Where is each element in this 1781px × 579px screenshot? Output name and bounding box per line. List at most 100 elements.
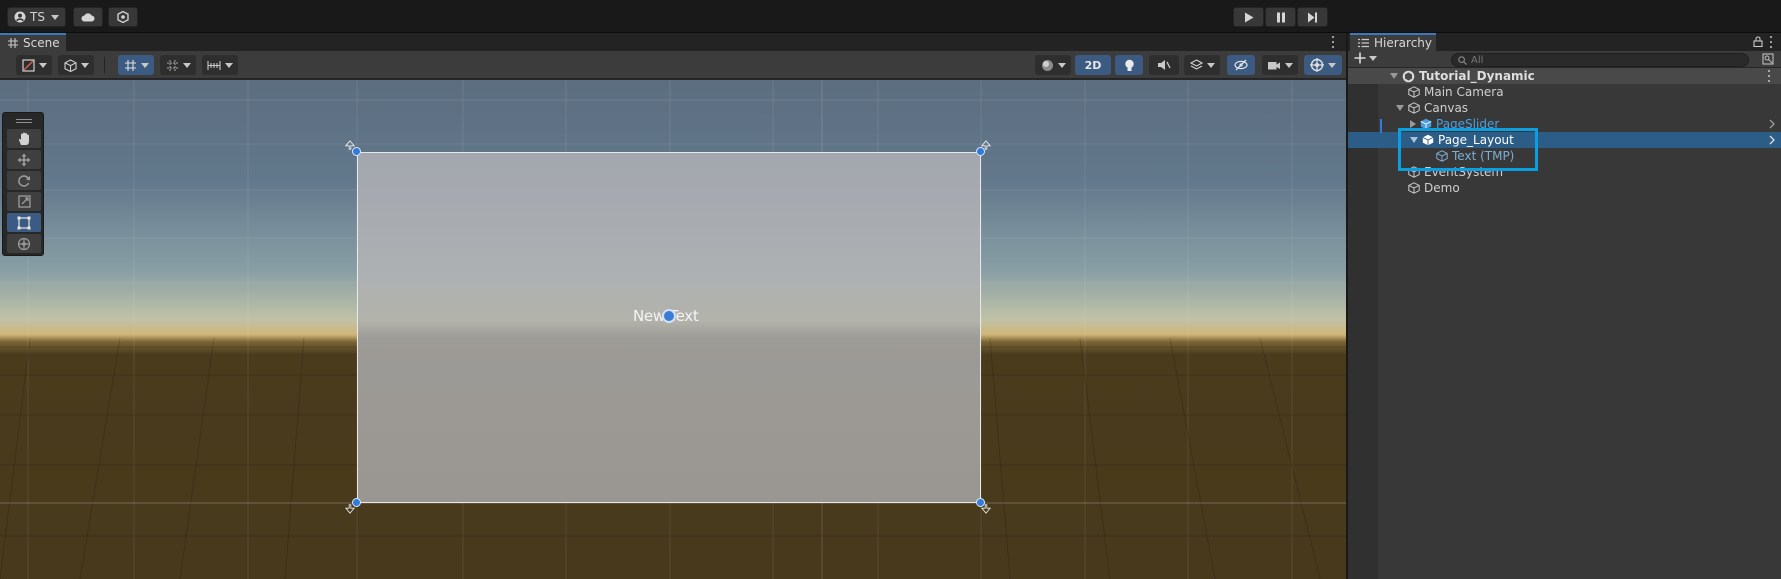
prefab-override-marker: [1380, 119, 1382, 133]
layers-effects-icon: [1189, 59, 1203, 70]
hidden-objects-toggle[interactable]: [1227, 55, 1255, 75]
hand-icon: [18, 132, 29, 145]
ruler-icon: [207, 60, 221, 70]
unity-scene-icon: [1402, 70, 1415, 82]
chevron-down-icon: [38, 62, 47, 68]
hierarchy-scene-row[interactable]: Tutorial_Dynamic: [1348, 68, 1781, 84]
expand-arrow-icon[interactable]: [1390, 73, 1398, 79]
expand-arrow-icon[interactable]: [1396, 105, 1404, 111]
draw-mode-icon: [21, 58, 35, 72]
scene-viewport[interactable]: New Text: [0, 80, 1346, 579]
chevron-down-icon: [1369, 55, 1377, 61]
scene-visibility-icon[interactable]: [1762, 53, 1774, 65]
collab-icon: [117, 11, 129, 23]
cube-icon: [63, 58, 77, 72]
move-tool[interactable]: [7, 150, 41, 169]
scale-tool[interactable]: [7, 192, 41, 211]
hierarchy-item-label: Canvas: [1424, 101, 1469, 115]
resize-handle-bottom-right[interactable]: [976, 498, 985, 507]
tab-hierarchy-label: Hierarchy: [1374, 36, 1433, 50]
tools-palette: [2, 112, 44, 256]
camera-icon: [1268, 61, 1280, 69]
hand-tool[interactable]: [7, 129, 41, 148]
search-input[interactable]: [1471, 54, 1731, 66]
snap-grid-icon: [166, 59, 178, 71]
gameobject-icon: [1408, 86, 1420, 98]
canvas-rect[interactable]: [357, 152, 981, 503]
pause-icon: [1276, 12, 1285, 22]
tab-hierarchy[interactable]: Hierarchy: [1350, 33, 1436, 51]
play-icon: [1244, 12, 1253, 22]
hierarchy-toolbar: [1348, 51, 1781, 68]
account-icon: [14, 11, 26, 23]
scene-toolbar: 2D: [0, 51, 1346, 79]
shading-dropdown[interactable]: [58, 55, 94, 75]
hierarchy-menu-icon[interactable]: [1769, 36, 1773, 48]
lightbulb-icon: [1124, 59, 1134, 71]
2d-toggle[interactable]: 2D: [1075, 55, 1111, 75]
increment-snap-dropdown[interactable]: [160, 55, 196, 75]
rotate-icon: [18, 174, 30, 187]
resize-handle-top-left[interactable]: [352, 147, 361, 156]
view-options-dropdown[interactable]: [1035, 55, 1071, 75]
account-dropdown[interactable]: TS: [7, 7, 66, 27]
chevron-down-icon: [140, 62, 149, 68]
rotate-tool[interactable]: [7, 171, 41, 190]
hierarchy-tab-bar: Hierarchy: [1348, 33, 1781, 51]
move-icon: [17, 153, 31, 166]
toolbar-divider: [104, 57, 105, 73]
chevron-down-icon: [80, 62, 89, 68]
scene-tab-bar: Scene: [0, 33, 1346, 51]
gizmo-icon: [1310, 58, 1324, 72]
hierarchy-item-canvas[interactable]: Canvas: [1348, 100, 1781, 116]
scene-menu-icon[interactable]: [1331, 36, 1335, 48]
hierarchy-item-demo[interactable]: Demo: [1348, 180, 1781, 196]
play-button[interactable]: [1233, 7, 1264, 27]
collapsed-arrow-icon[interactable]: [1410, 120, 1416, 128]
effects-dropdown[interactable]: [1184, 55, 1220, 75]
draw-mode-dropdown[interactable]: [16, 55, 52, 75]
gameobject-icon: [1408, 102, 1420, 114]
pivot-handle[interactable]: [662, 309, 676, 323]
hierarchy-item-main-camera[interactable]: Main Camera: [1348, 84, 1781, 100]
grid-icon: [8, 38, 18, 48]
resize-handle-bottom-left[interactable]: [352, 498, 361, 507]
transform-tool[interactable]: [7, 234, 41, 253]
cloud-button[interactable]: [73, 7, 103, 27]
list-icon: [1358, 38, 1369, 48]
chevron-down-icon: [225, 62, 233, 68]
chevron-down-icon: [50, 14, 59, 20]
tab-scene[interactable]: Scene: [0, 33, 66, 51]
step-button[interactable]: [1297, 7, 1328, 27]
lock-icon[interactable]: [1753, 36, 1763, 47]
hierarchy-item-label: Demo: [1424, 181, 1460, 195]
chevron-right-icon[interactable]: [1769, 135, 1775, 145]
chevron-down-icon: [182, 62, 191, 68]
ruler-dropdown[interactable]: [202, 55, 238, 75]
gizmos-dropdown[interactable]: [1304, 55, 1342, 75]
sphere-icon: [1041, 59, 1053, 71]
drag-grip-icon[interactable]: [16, 119, 32, 123]
lighting-toggle[interactable]: [1115, 55, 1143, 75]
scene-panel: Scene 2D New Text: [0, 33, 1346, 579]
audio-muted-icon: [1158, 60, 1171, 70]
pause-button[interactable]: [1265, 7, 1296, 27]
chevron-down-icon: [1057, 62, 1066, 68]
chevron-down-icon: [1206, 62, 1215, 68]
account-label: TS: [30, 10, 45, 24]
collab-button[interactable]: [108, 7, 138, 27]
create-dropdown[interactable]: [1354, 52, 1377, 64]
camera-dropdown[interactable]: [1262, 55, 1298, 75]
search-icon: [1458, 55, 1467, 65]
grid-snap-toggle[interactable]: [118, 55, 154, 75]
chevron-right-icon[interactable]: [1769, 119, 1775, 129]
scale-icon: [17, 195, 31, 208]
rect-tool[interactable]: [7, 213, 41, 232]
eye-crossed-icon: [1234, 59, 1248, 71]
audio-toggle[interactable]: [1149, 55, 1179, 75]
scene-row-menu-icon[interactable]: [1767, 70, 1771, 82]
hierarchy-search[interactable]: [1451, 53, 1749, 67]
resize-handle-top-right[interactable]: [976, 147, 985, 156]
step-icon: [1308, 12, 1317, 22]
chevron-down-icon: [1328, 62, 1336, 68]
